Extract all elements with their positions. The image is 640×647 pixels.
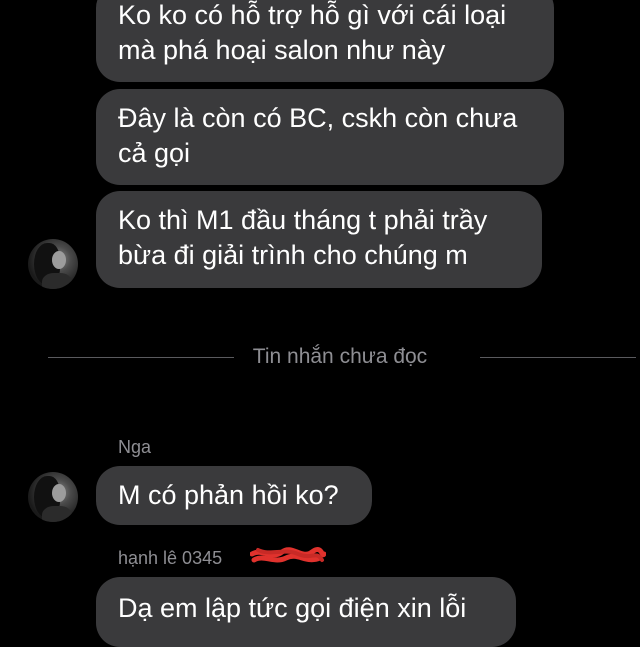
- message-text-line: bừa đi giải trình cho chúng m: [118, 240, 468, 270]
- redaction-scribble-icon: [250, 547, 326, 563]
- message-text-line: Ko thì M1 đầu tháng t phải trầy: [118, 205, 488, 235]
- sender-avatar[interactable]: [28, 472, 78, 522]
- message-bubble[interactable]: Dạ em lập tức gọi điện xin lỗi: [96, 577, 516, 647]
- message-bubble[interactable]: M có phản hồi ko?: [96, 466, 372, 525]
- sender-name: hạnh lê 0345: [118, 548, 223, 568]
- divider-line-right: [480, 357, 636, 358]
- message-bubble[interactable]: Ko ko có hỗ trợ hỗ gì với cái loại mà ph…: [96, 0, 554, 82]
- message-bubble[interactable]: Đây là còn có BC, cskh còn chưa cả gọi: [96, 89, 564, 185]
- avatar-face: [52, 251, 66, 269]
- avatar-face: [52, 484, 66, 502]
- message-text-line: mà phá hoại salon như này: [118, 35, 446, 65]
- message-bubble[interactable]: Ko thì M1 đầu tháng t phải trầy bừa đi g…: [96, 191, 542, 288]
- sender-avatar[interactable]: [28, 239, 78, 289]
- avatar-body: [42, 273, 72, 289]
- message-text-line: Đây là còn có BC, cskh còn chưa: [118, 103, 518, 133]
- message-text-line: Dạ em lập tức gọi điện xin lỗi: [118, 593, 467, 623]
- avatar-body: [42, 506, 72, 522]
- message-text-line: cả gọi: [118, 138, 191, 168]
- message-text-line: M có phản hồi ko?: [118, 480, 339, 510]
- unread-divider-label: Tin nhắn chưa đọc: [252, 345, 428, 368]
- divider-line-left: [48, 357, 234, 358]
- sender-name: Nga: [118, 437, 152, 457]
- message-text-line: Ko ko có hỗ trợ hỗ gì với cái loại: [118, 0, 507, 30]
